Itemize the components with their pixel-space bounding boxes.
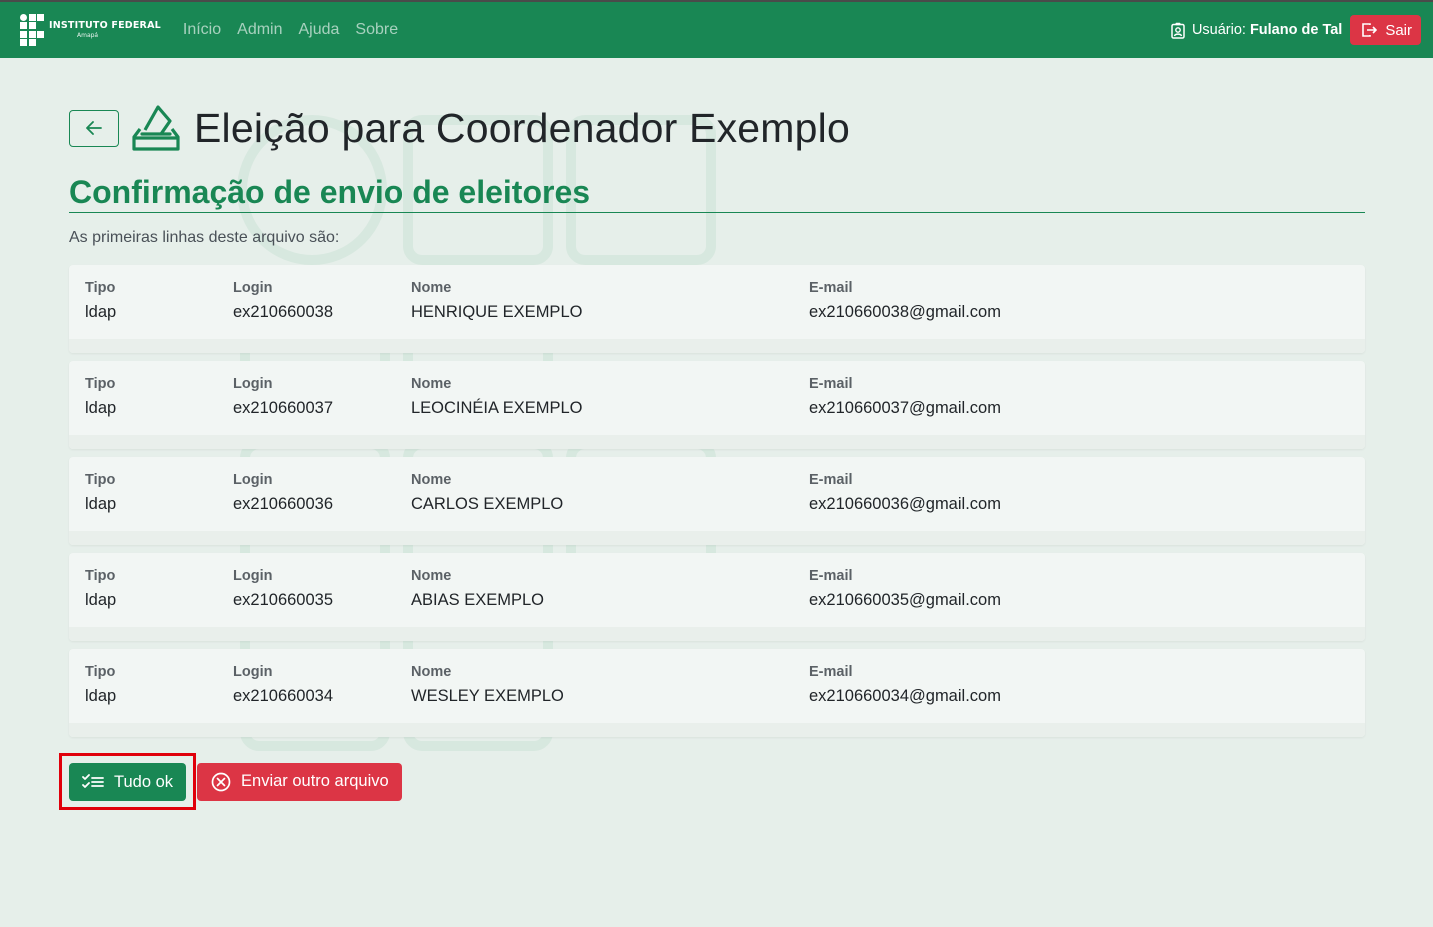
nome-value: WESLEY EXEMPLO <box>411 687 564 705</box>
x-circle-icon <box>211 772 231 791</box>
nav-link-admin[interactable]: Admin <box>237 21 282 39</box>
user-prefix: Usuário: <box>1191 22 1246 38</box>
logout-label: Sair <box>1385 21 1412 39</box>
email-value: ex210660036@gmail.com <box>809 495 1001 513</box>
intro-text: As primeiras linhas deste arquivo são: <box>69 229 340 246</box>
user-name: Fulano de Tal <box>1249 22 1343 38</box>
nome-value: HENRIQUE EXEMPLO <box>411 303 583 321</box>
logout-button[interactable]: Sair <box>1350 15 1421 45</box>
column-label-nome: Nome <box>411 568 452 584</box>
column-label-login: Login <box>233 280 273 296</box>
column-label-tipo: Tipo <box>85 664 116 680</box>
column-label-email: E-mail <box>809 280 853 296</box>
top-navbar: INSTITUTO FEDERAL Amapá Início Admin Aju… <box>0 0 1433 58</box>
email-value: ex210660034@gmail.com <box>809 687 1001 705</box>
column-label-email: E-mail <box>809 472 853 488</box>
email-value: ex210660037@gmail.com <box>809 399 1001 417</box>
column-label-email: E-mail <box>809 376 853 392</box>
nome-value: LEOCINÉIA EXEMPLO <box>411 399 583 417</box>
nome-value: CARLOS EXEMPLO <box>411 495 564 513</box>
column-label-login: Login <box>233 664 273 680</box>
box-arrow-right-icon <box>1362 23 1378 37</box>
list-item: Tipo ldap Login ex210660035 Nome ABIAS EXEM… <box>69 553 1365 641</box>
column-label-email: E-mail <box>809 568 853 584</box>
page-header: Eleição para Coordenador Exemplo <box>69 103 850 153</box>
column-label-tipo: Tipo <box>85 376 116 392</box>
column-label-nome: Nome <box>411 472 452 488</box>
column-label-tipo: Tipo <box>85 568 116 584</box>
column-label-email: E-mail <box>809 664 853 680</box>
list-item: Tipo ldap Login ex210660038 Nome HENRIQUE E… <box>69 265 1365 353</box>
column-label-nome: Nome <box>411 280 452 296</box>
email-value: ex210660038@gmail.com <box>809 303 1001 321</box>
column-label-tipo: Tipo <box>85 280 116 296</box>
column-label-login: Login <box>233 568 273 584</box>
upload-other-file-label: Enviar outro arquivo <box>241 772 389 790</box>
confirm-label: Tudo ok <box>114 772 174 791</box>
action-bar: Tudo ok Enviar outro arquivo <box>59 753 402 810</box>
nav-links: Início Admin Ajuda Sobre <box>183 21 414 39</box>
tipo-value: ldap <box>85 399 117 417</box>
column-label-login: Login <box>233 376 273 392</box>
ballot-box-icon <box>132 103 180 153</box>
nav-link-inicio[interactable]: Início <box>183 21 221 39</box>
brand-title: INSTITUTO FEDERAL <box>49 20 161 32</box>
login-value: ex210660036 <box>233 495 334 513</box>
confirm-button[interactable]: Tudo ok <box>69 763 187 801</box>
nome-value: ABIAS EXEMPLO <box>411 591 544 609</box>
upload-other-file-button[interactable]: Enviar outro arquivo <box>197 762 402 801</box>
column-label-nome: Nome <box>411 376 452 392</box>
arrow-left-icon <box>86 121 102 135</box>
tipo-value: ldap <box>85 687 117 705</box>
login-value: ex210660034 <box>233 687 334 705</box>
brand-subtitle: Amapá <box>77 31 99 39</box>
column-label-nome: Nome <box>411 664 452 680</box>
list-check-icon <box>82 774 104 788</box>
column-label-login: Login <box>233 472 273 488</box>
list-item: Tipo ldap Login ex210660036 Nome CARLOS EXE… <box>69 457 1365 545</box>
back-button[interactable] <box>69 109 119 147</box>
list-item: Tipo ldap Login ex210660034 Nome WESLEY EXE… <box>69 649 1365 737</box>
user-info: Usuário: Fulano de Tal <box>1170 22 1342 39</box>
page-title: Eleição para Coordenador Exemplo <box>194 104 850 151</box>
login-value: ex210660035 <box>233 591 334 609</box>
tipo-value: ldap <box>85 495 117 513</box>
person-badge-icon <box>1171 22 1185 39</box>
tipo-value: ldap <box>85 303 117 321</box>
login-value: ex210660038 <box>233 303 334 321</box>
nav-link-ajuda[interactable]: Ajuda <box>299 21 340 39</box>
login-value: ex210660037 <box>233 399 334 417</box>
list-item: Tipo ldap Login ex210660037 Nome LEOCINÉIA … <box>69 361 1365 449</box>
if-logo-icon <box>20 13 44 47</box>
section-title: Confirmação de envio de eleitores <box>69 174 1365 213</box>
nav-link-sobre[interactable]: Sobre <box>355 21 398 39</box>
tipo-value: ldap <box>85 591 117 609</box>
highlight-box: Tudo ok <box>59 753 197 810</box>
brand-logo[interactable]: INSTITUTO FEDERAL Amapá <box>20 13 161 47</box>
voter-list: Tipo ldap Login ex210660038 Nome HENRIQUE E… <box>69 265 1365 745</box>
email-value: ex210660035@gmail.com <box>809 591 1001 609</box>
column-label-tipo: Tipo <box>85 472 116 488</box>
